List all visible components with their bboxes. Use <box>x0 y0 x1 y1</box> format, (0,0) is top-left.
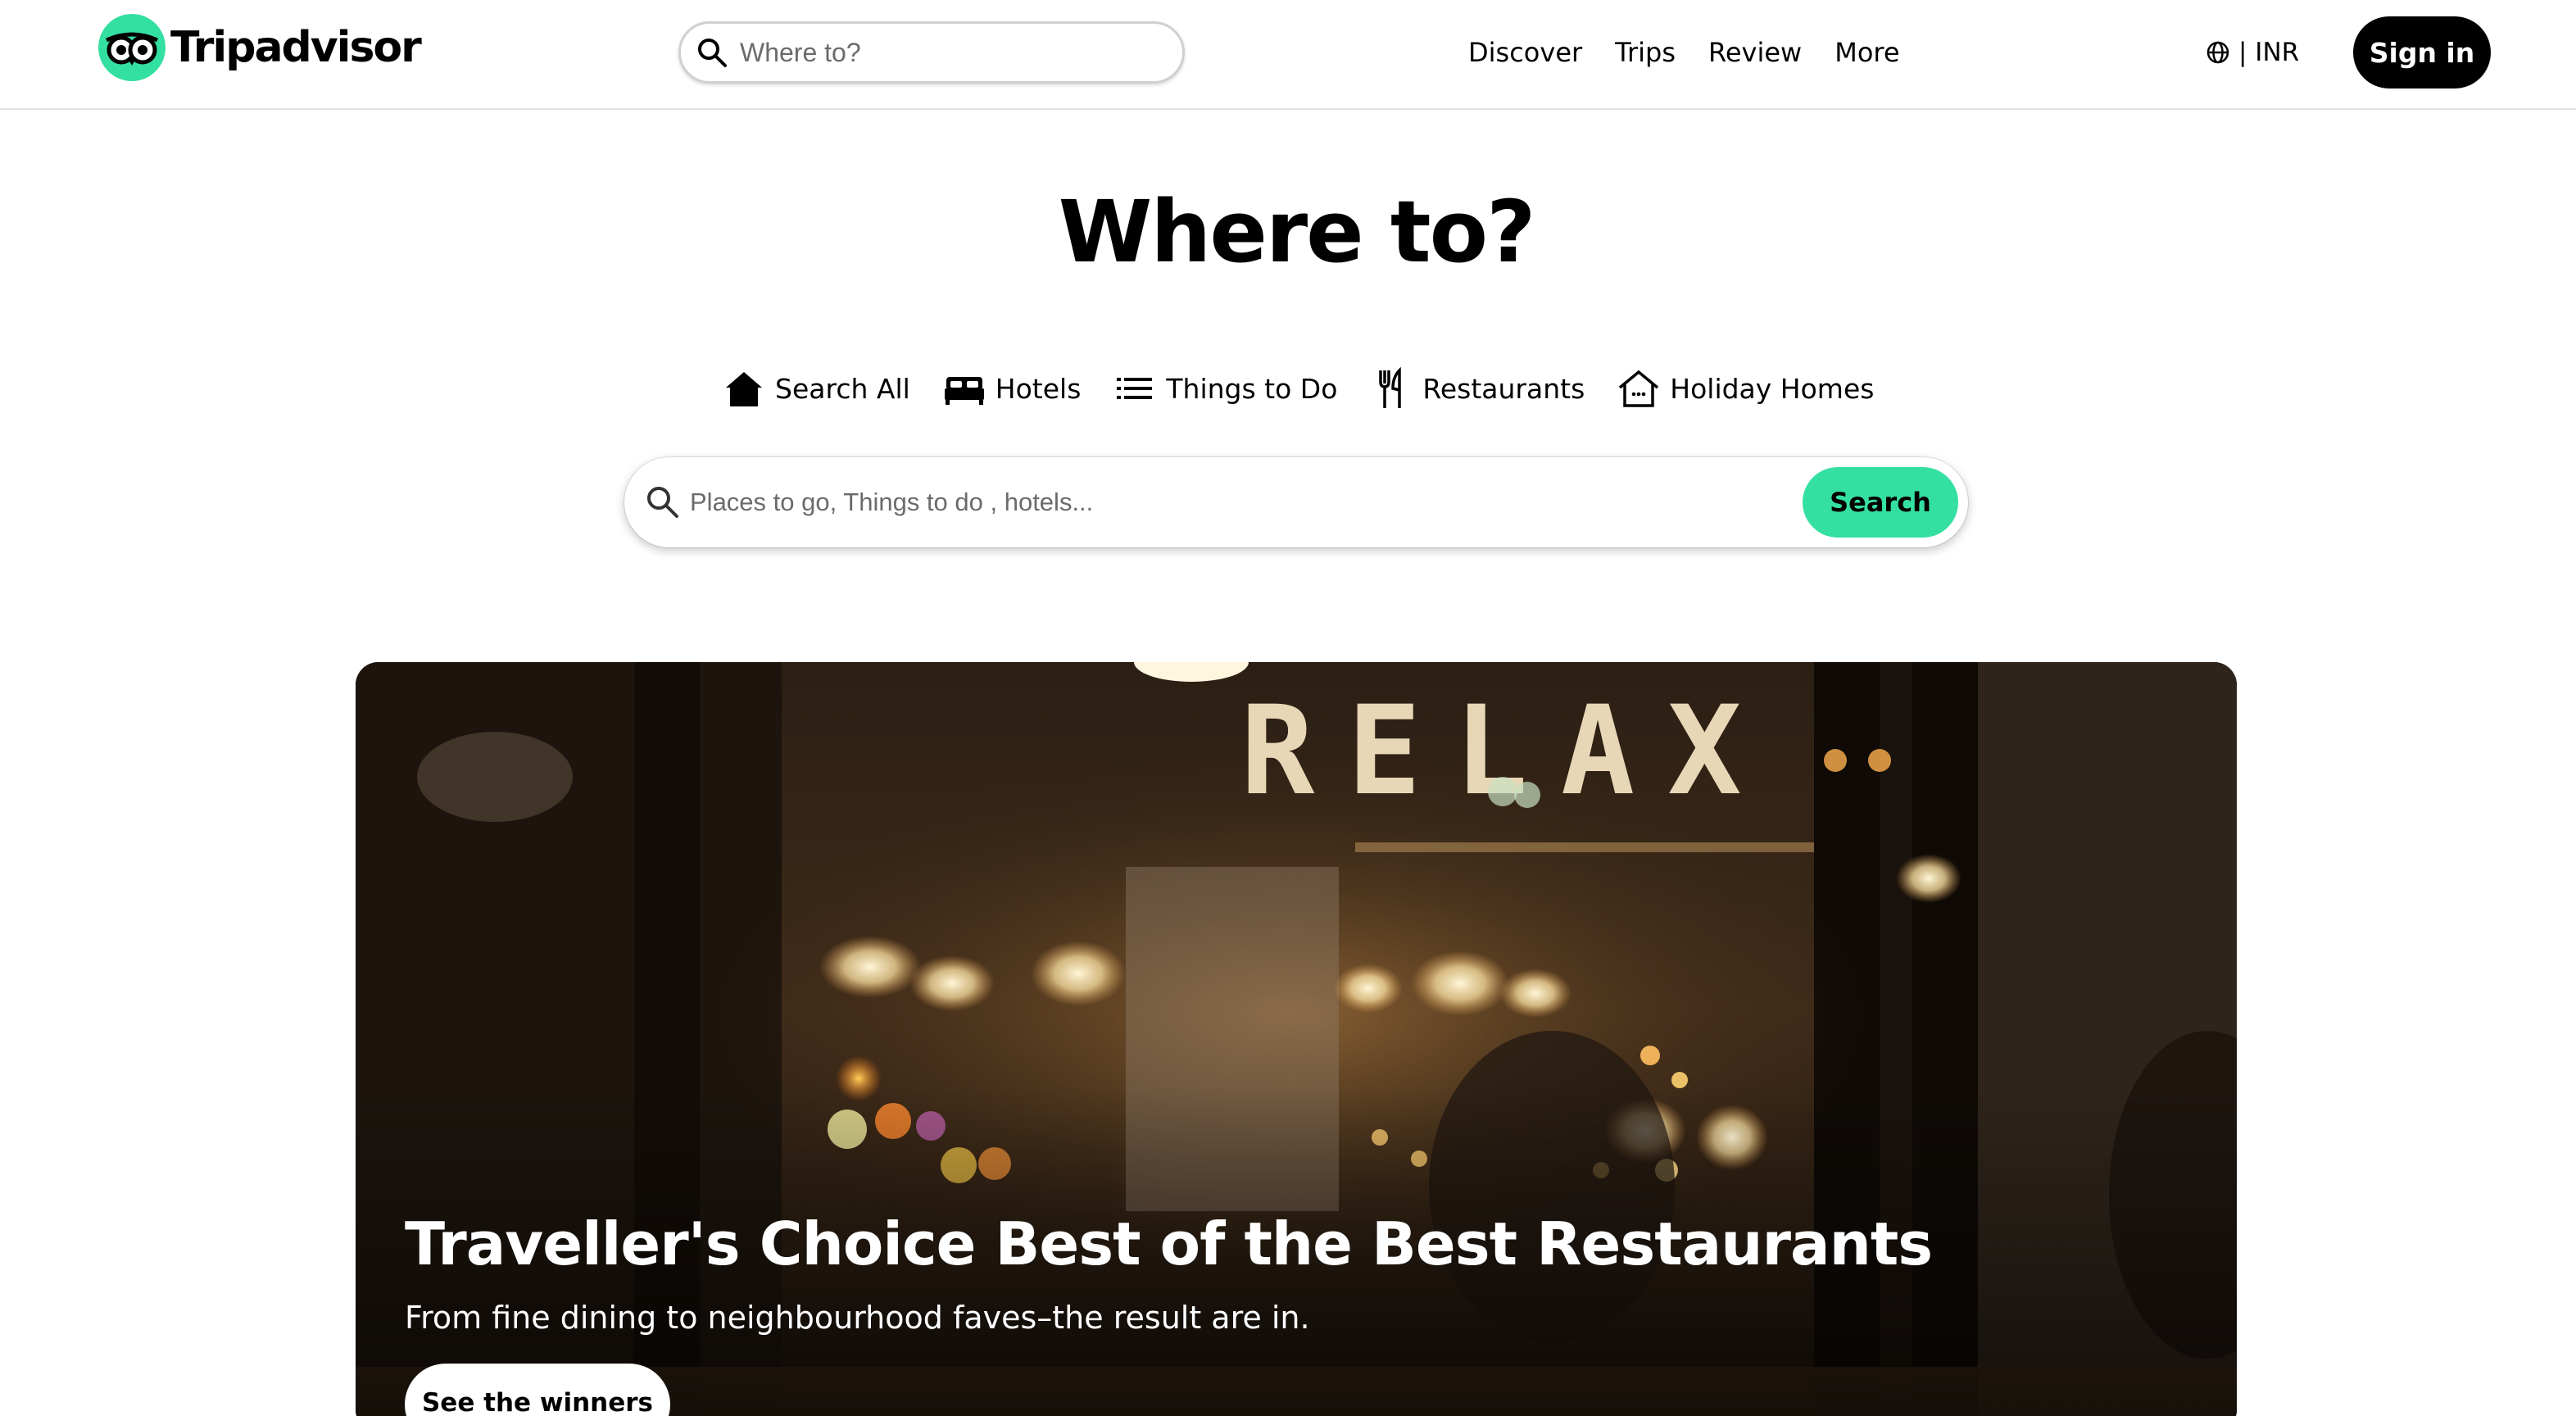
main-search-input[interactable] <box>690 482 1755 523</box>
tab-label: Search All <box>775 372 910 405</box>
fork-knife-icon <box>1368 365 1414 411</box>
banner-title: Traveller's Choice Best of the Best Rest… <box>405 1210 1933 1278</box>
tripadvisor-logo[interactable]: Tripadvisor <box>98 13 422 82</box>
header-search-bar[interactable] <box>678 21 1185 84</box>
list-icon <box>1112 365 1158 411</box>
home-outline-icon <box>1616 365 1662 411</box>
search-category-tabs: Search All Hotels Things to Do Restauran… <box>721 364 1874 413</box>
tab-hotels[interactable]: Hotels <box>941 364 1082 413</box>
tab-holiday-homes[interactable]: Holiday Homes <box>1616 364 1874 413</box>
promo-banner[interactable]: RELAX Traveller's Ch <box>356 662 2237 1416</box>
main-search-bar: Search <box>624 457 1968 547</box>
house-icon <box>721 365 767 411</box>
nav-discover[interactable]: Discover <box>1468 33 1582 72</box>
tab-search-all[interactable]: Search All <box>721 364 910 413</box>
brand-name: Tripadvisor <box>170 23 422 72</box>
main-nav: Discover Trips Review More <box>1468 33 1900 72</box>
tab-label: Hotels <box>995 372 1082 405</box>
nav-more[interactable]: More <box>1834 33 1899 72</box>
tab-restaurants[interactable]: Restaurants <box>1368 364 1585 413</box>
currency-label: | INR <box>2238 38 2300 67</box>
banner-subtitle: From fine dining to neighbourhood faves–… <box>405 1300 1310 1336</box>
nav-trips[interactable]: Trips <box>1615 33 1676 72</box>
currency-selector[interactable]: | INR <box>2206 33 2299 72</box>
see-winners-button[interactable]: See the winners <box>405 1364 670 1416</box>
owl-logo-icon <box>98 14 166 81</box>
page-title: Where to? <box>1058 182 1536 282</box>
header-search-input[interactable] <box>740 37 1166 68</box>
top-header: Tripadvisor Discover Trips Review More |… <box>0 0 2576 110</box>
tab-label: Things to Do <box>1166 372 1338 405</box>
nav-review[interactable]: Review <box>1708 33 1802 72</box>
bed-icon <box>941 365 987 411</box>
tab-label: Holiday Homes <box>1670 372 1875 405</box>
search-icon <box>647 487 678 518</box>
search-icon <box>698 39 727 67</box>
globe-icon <box>2206 41 2229 64</box>
sign-in-button[interactable]: Sign in <box>2353 16 2491 88</box>
tab-things-to-do[interactable]: Things to Do <box>1112 364 1337 413</box>
search-button[interactable]: Search <box>1803 467 1958 538</box>
tab-label: Restaurants <box>1422 372 1585 405</box>
